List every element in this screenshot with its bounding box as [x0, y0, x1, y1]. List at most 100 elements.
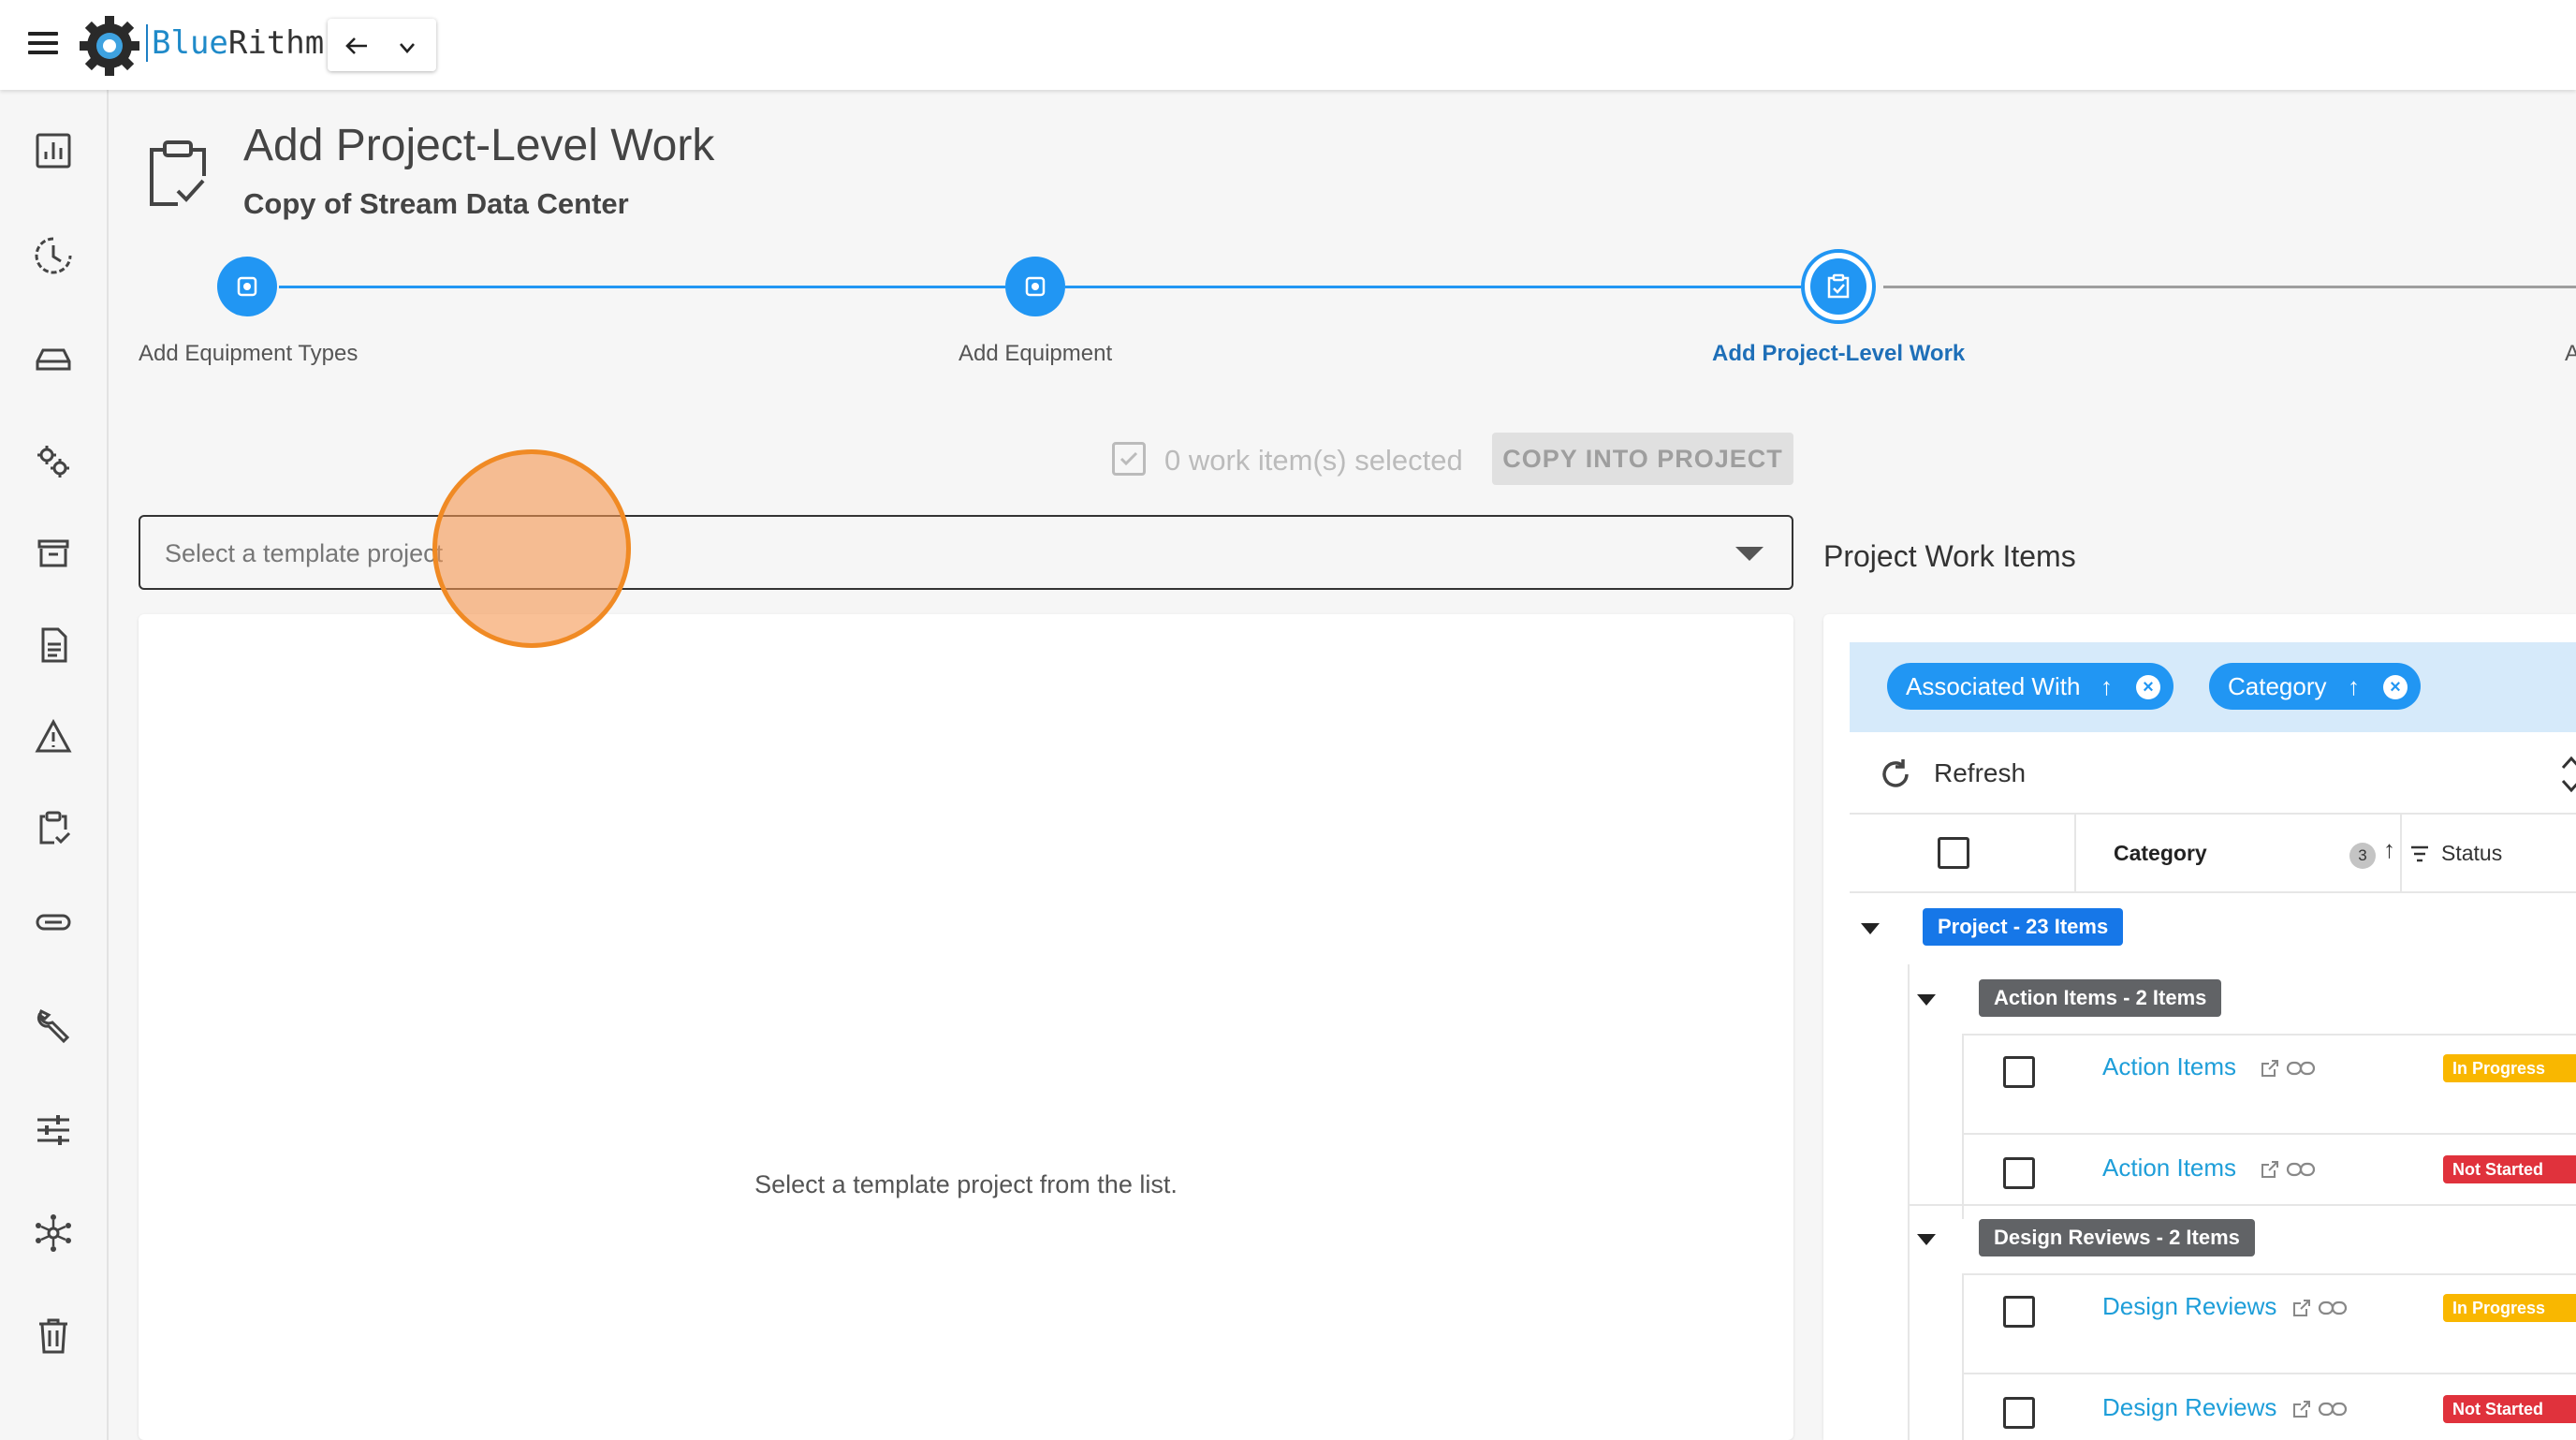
- status-badge: In Progress: [2443, 1054, 2576, 1082]
- work-item-link[interactable]: Design Reviews: [2102, 1393, 2276, 1422]
- tree-guide: [1908, 964, 1910, 1440]
- grid-header-row: Category 3 ↑ Status: [1850, 815, 2576, 893]
- step-complete-indicator[interactable]: [217, 257, 277, 316]
- group-label-design-reviews: Design Reviews - 2 Items: [1979, 1219, 2255, 1256]
- project-work-items-title: Project Work Items: [1823, 539, 2076, 573]
- refresh-button[interactable]: Refresh: [1934, 758, 2026, 788]
- open-external-icon[interactable]: [2260, 1159, 2280, 1180]
- open-external-icon[interactable]: [2291, 1298, 2312, 1318]
- step-icon: [1025, 276, 1046, 297]
- work-item-link[interactable]: Action Items: [2102, 1153, 2236, 1183]
- group-label-action-items: Action Items - 2 Items: [1979, 979, 2222, 1017]
- project-work-items-grid: Associated With ↑ × Category ↑ × Refresh…: [1823, 614, 2576, 1440]
- sort-ascending-icon[interactable]: ↑: [2348, 663, 2360, 710]
- top-app-bar: BlueRithm: [0, 0, 2576, 90]
- copy-into-project-button[interactable]: COPY INTO PROJECT: [1492, 433, 1793, 485]
- link-icon[interactable]: [2286, 1058, 2316, 1079]
- paperclip-icon[interactable]: [32, 901, 75, 944]
- chevron-down-icon[interactable]: [393, 34, 421, 62]
- step-label[interactable]: Add Equipment: [959, 341, 1112, 367]
- collapse-group-icon[interactable]: [1917, 1234, 1936, 1245]
- column-divider: [2400, 815, 2402, 893]
- menu-icon[interactable]: [28, 32, 58, 58]
- work-item-link[interactable]: Action Items: [2102, 1052, 2236, 1081]
- page-title: Add Project-Level Work: [243, 121, 715, 170]
- collapse-group-icon[interactable]: [1917, 994, 1936, 1006]
- work-item-link[interactable]: Design Reviews: [2102, 1292, 2276, 1321]
- group-chip-associated-with[interactable]: Associated With ↑ ×: [1887, 663, 2174, 710]
- open-external-icon[interactable]: [2291, 1399, 2312, 1419]
- history-nav-button[interactable]: [328, 19, 436, 71]
- status-badge: In Progress: [2443, 1294, 2576, 1322]
- table-row[interactable]: Design Reviews In Progress: [1962, 1273, 2576, 1373]
- sort-order-badge: 3: [2349, 843, 2376, 869]
- sort-ascending-icon[interactable]: ↑: [2100, 663, 2113, 710]
- group-chip-category[interactable]: Category ↑ ×: [2209, 663, 2421, 710]
- clock-icon[interactable]: [32, 234, 75, 277]
- chip-label: Category: [2228, 672, 2327, 700]
- expand-collapse-icon[interactable]: [2557, 753, 2576, 796]
- sort-ascending-icon[interactable]: ↑: [2383, 835, 2395, 864]
- table-row[interactable]: Action Items Not Started: [1962, 1133, 2576, 1219]
- clipboard-check-icon[interactable]: [32, 807, 75, 850]
- row-checkbox[interactable]: [2003, 1157, 2035, 1189]
- select-all-rows-checkbox[interactable]: [1938, 837, 1969, 869]
- table-row[interactable]: Action Items In Progress: [1962, 1034, 2576, 1133]
- click-indicator: [432, 449, 631, 648]
- network-icon[interactable]: [32, 1212, 75, 1255]
- bluerithm-logo-icon: [80, 16, 139, 76]
- column-divider: [2074, 815, 2076, 893]
- status-badge: Not Started: [2443, 1395, 2576, 1423]
- selection-count: 0 work item(s) selected: [1164, 444, 1463, 477]
- brand-name: BlueRithm: [146, 24, 324, 62]
- row-checkbox[interactable]: [2003, 1056, 2035, 1088]
- warning-icon[interactable]: [32, 715, 75, 758]
- remove-chip-icon[interactable]: ×: [2383, 675, 2408, 699]
- collapse-group-icon[interactable]: [1861, 923, 1880, 934]
- link-icon[interactable]: [2318, 1298, 2348, 1318]
- wrench-icon[interactable]: [32, 1004, 75, 1047]
- arrow-back-icon[interactable]: [343, 32, 371, 60]
- status-badge: Not Started: [2443, 1155, 2576, 1183]
- drive-icon[interactable]: [32, 337, 75, 380]
- link-icon[interactable]: [2286, 1159, 2316, 1180]
- check-icon: [1120, 451, 1138, 466]
- step-complete-indicator[interactable]: [1005, 257, 1065, 316]
- column-header-category[interactable]: Category: [2114, 841, 2207, 866]
- stepper-connector: [1065, 286, 1801, 288]
- archive-icon[interactable]: [32, 532, 75, 575]
- page-subtitle: Copy of Stream Data Center: [243, 187, 629, 220]
- column-header-status[interactable]: Status: [2441, 841, 2502, 866]
- dropdown-arrow-icon[interactable]: [1735, 547, 1764, 561]
- refresh-icon[interactable]: [1878, 757, 1913, 792]
- table-row[interactable]: Design Reviews Not Started: [1962, 1373, 2576, 1440]
- grid-toolbar: Refresh: [1850, 732, 2576, 815]
- template-work-items-panel: Select a template project from the list.: [139, 614, 1793, 1440]
- remove-chip-icon[interactable]: ×: [2136, 675, 2160, 699]
- step-label[interactable]: A: [2565, 341, 2576, 367]
- document-icon[interactable]: [32, 624, 75, 667]
- step-label-active[interactable]: Add Project-Level Work: [1712, 341, 1965, 367]
- dashboard-icon[interactable]: [32, 129, 75, 172]
- stepper-connector: [1883, 286, 2576, 288]
- trash-icon[interactable]: [32, 1315, 75, 1358]
- chip-label: Associated With: [1906, 672, 2081, 700]
- sidebar: [0, 90, 109, 1440]
- stepper-connector: [279, 286, 1005, 288]
- open-external-icon[interactable]: [2260, 1058, 2280, 1079]
- sliders-icon[interactable]: [32, 1109, 75, 1152]
- filter-icon[interactable]: [2409, 845, 2430, 863]
- select-all-checkbox[interactable]: [1112, 442, 1146, 476]
- row-checkbox[interactable]: [2003, 1397, 2035, 1429]
- step-label[interactable]: Add Equipment Types: [139, 341, 358, 367]
- row-checkbox[interactable]: [2003, 1296, 2035, 1328]
- clipboard-check-icon: [1827, 273, 1850, 299]
- template-project-select[interactable]: Select a template project: [139, 515, 1793, 590]
- link-icon[interactable]: [2318, 1399, 2348, 1419]
- gears-icon[interactable]: [32, 440, 75, 483]
- step-active-indicator[interactable]: [1801, 249, 1876, 324]
- template-select-placeholder: Select a template project: [165, 539, 444, 567]
- empty-state-message: Select a template project from the list.: [754, 1170, 1178, 1198]
- group-by-bar: Associated With ↑ × Category ↑ ×: [1850, 642, 2576, 732]
- group-divider: [1908, 1204, 2576, 1206]
